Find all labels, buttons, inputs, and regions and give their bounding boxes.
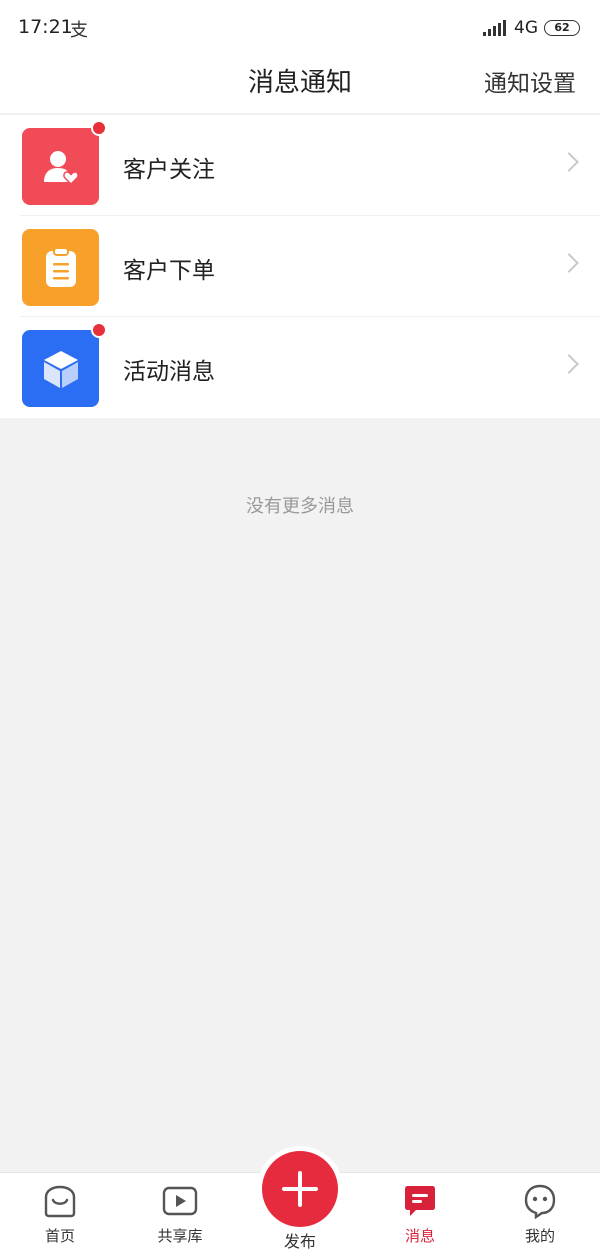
header: 消息通知 通知设置 xyxy=(0,52,600,114)
empty-state-text: 没有更多消息 xyxy=(246,496,354,517)
cube-icon xyxy=(22,330,99,407)
tab-home[interactable]: 首页 xyxy=(0,1173,120,1250)
notification-list: 客户关注 客户下单 活动消息 xyxy=(0,115,600,418)
battery-icon: 62 xyxy=(544,20,580,36)
tab-label: 首页 xyxy=(44,1227,75,1245)
carrier-icon: 支 xyxy=(70,20,88,41)
unread-dot xyxy=(91,322,107,338)
notification-label: 客户关注 xyxy=(123,157,215,183)
status-time: 17:21 xyxy=(18,16,73,38)
plus-icon xyxy=(282,1171,318,1207)
tab-profile[interactable]: 我的 xyxy=(480,1173,600,1250)
status-bar: 17:21 支 4G 62 xyxy=(0,0,600,52)
notification-item-activity[interactable]: 活动消息 xyxy=(0,317,600,418)
home-bag-icon xyxy=(44,1185,76,1218)
message-icon xyxy=(405,1186,435,1216)
publish-label: 发布 xyxy=(283,1232,316,1250)
signal-icon xyxy=(483,20,506,36)
notification-item-customer-follow[interactable]: 客户关注 xyxy=(0,115,600,216)
network-type: 4G xyxy=(514,18,538,38)
publish-button[interactable] xyxy=(262,1151,338,1227)
notification-label: 活动消息 xyxy=(123,359,215,385)
customer-follow-icon xyxy=(22,128,99,205)
tab-label: 消息 xyxy=(404,1227,435,1245)
tab-label: 共享库 xyxy=(157,1227,203,1245)
chevron-right-icon xyxy=(559,354,579,374)
chevron-right-icon xyxy=(559,152,579,172)
profile-face-icon xyxy=(524,1184,556,1219)
clipboard-icon xyxy=(22,229,99,306)
unread-dot xyxy=(91,120,107,136)
notification-settings-button[interactable]: 通知设置 xyxy=(484,64,576,98)
chevron-right-icon xyxy=(559,253,579,273)
tab-shared-library[interactable]: 共享库 xyxy=(120,1173,240,1250)
tab-label: 我的 xyxy=(524,1227,555,1245)
notification-label: 客户下单 xyxy=(123,258,215,284)
tab-messages[interactable]: 消息 xyxy=(360,1173,480,1250)
status-indicators: 4G 62 xyxy=(483,17,580,39)
notification-item-customer-order[interactable]: 客户下单 xyxy=(0,216,600,317)
play-icon xyxy=(162,1186,198,1216)
